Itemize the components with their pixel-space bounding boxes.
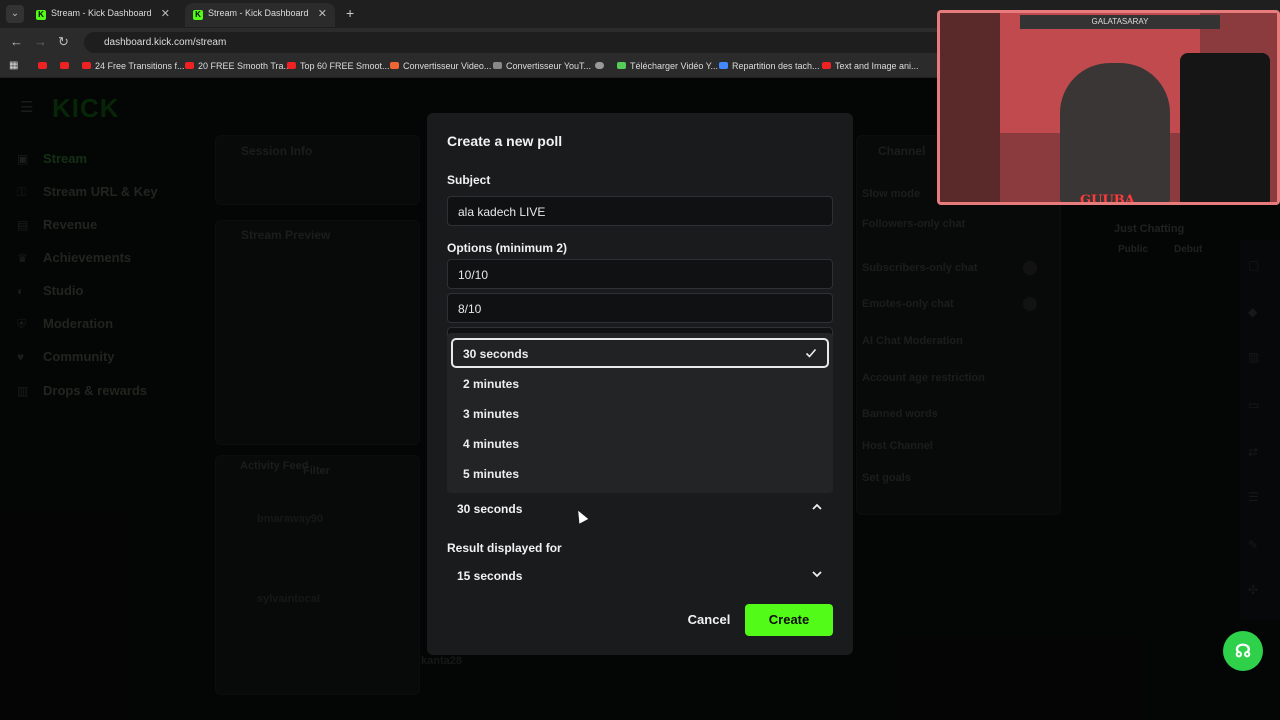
bookmark-youtube-2[interactable] (60, 61, 73, 71)
option-value: 10/10 (458, 268, 489, 282)
back-icon[interactable]: ← (10, 34, 23, 49)
option-input-1[interactable]: 10/10 (447, 259, 833, 289)
option-input-2[interactable]: 8/10 (447, 293, 833, 323)
chevron-up-icon (812, 503, 822, 510)
converter-icon (493, 62, 502, 69)
duration-option[interactable]: 5 minutes (451, 458, 829, 488)
bookmark-label: Convertisseur YouT... (506, 61, 592, 71)
docs-icon (719, 62, 728, 69)
webcam-poster (940, 13, 1000, 202)
duration-option[interactable]: 2 minutes (451, 368, 829, 398)
forward-icon[interactable]: → (34, 34, 47, 49)
options-label: Options (minimum 2) (447, 241, 567, 255)
tab-search-button[interactable]: ⌄ (6, 5, 24, 23)
create-button[interactable]: Create (745, 604, 833, 636)
bookmark-item[interactable]: Text and Image ani... (822, 61, 919, 71)
browser-tab-2[interactable]: K Stream - Kick Dashboard ✕ (185, 3, 335, 27)
result-duration-value: 15 seconds (457, 569, 523, 583)
duration-option-label: 5 minutes (463, 467, 520, 481)
duration-select[interactable]: 30 seconds (447, 494, 833, 524)
bookmark-item[interactable]: Convertisseur Video... (390, 61, 491, 71)
browser-tab-title: Stream - Kick Dashboard (51, 8, 152, 18)
bookmark-label: Télécharger Vidéo Y... (630, 61, 719, 71)
bookmark-item[interactable]: 24 Free Transitions f... (82, 61, 185, 71)
browser-tab-1[interactable]: K Stream - Kick Dashboard ✕ (28, 3, 178, 27)
youtube-icon (38, 62, 47, 69)
modal-title: Create a new poll (447, 133, 563, 149)
youtube-icon (185, 62, 194, 69)
reload-icon[interactable]: ↻ (58, 34, 69, 50)
bookmark-youtube-1[interactable] (38, 61, 51, 71)
bookmark-label: Top 60 FREE Smoot... (300, 61, 390, 71)
subject-label: Subject (447, 173, 491, 187)
youtube-icon (60, 62, 69, 69)
bookmark-globe[interactable] (595, 61, 608, 71)
duration-option[interactable]: 4 minutes (451, 428, 829, 458)
webcam-streamer (1060, 63, 1170, 202)
youtube-icon (287, 62, 296, 69)
bookmark-label: 24 Free Transitions f... (95, 61, 185, 71)
webcam-name-label: GUUBA (1080, 193, 1135, 205)
globe-icon (595, 62, 604, 69)
youtube-icon (82, 62, 91, 69)
bookmark-item[interactable]: Convertisseur YouT... (493, 61, 591, 71)
cancel-button[interactable]: Cancel (682, 605, 736, 635)
option-value: 8/10 (458, 302, 482, 316)
kick-favicon-icon: K (36, 10, 46, 20)
bookmark-item[interactable]: Top 60 FREE Smoot... (287, 61, 390, 71)
kick-favicon-icon: K (193, 10, 203, 20)
duration-value: 30 seconds (457, 502, 523, 516)
bookmark-item[interactable]: Repartition des tach... (719, 61, 820, 71)
download-icon (617, 62, 626, 69)
close-tab-icon[interactable]: ✕ (161, 7, 170, 20)
bookmark-item[interactable]: Télécharger Vidéo Y... (617, 61, 718, 71)
duration-option-label: 4 minutes (463, 437, 520, 451)
url-text: dashboard.kick.com/stream (104, 37, 227, 48)
bookmark-label: Text and Image ani... (835, 61, 919, 71)
converter-icon (390, 62, 399, 69)
duration-option-selected[interactable]: 30 seconds (451, 338, 829, 368)
youtube-icon (822, 62, 831, 69)
result-duration-select[interactable]: 15 seconds (447, 561, 833, 591)
webcam-chair (1180, 53, 1270, 202)
bookmark-label: Repartition des tach... (732, 61, 820, 71)
bookmark-label: 20 FREE Smooth Tra... (198, 61, 292, 71)
bookmark-item[interactable]: 20 FREE Smooth Tra... (185, 61, 291, 71)
webcam-overlay: GALATASARAY GUUBA (937, 10, 1280, 205)
chevron-down-icon (812, 571, 822, 578)
webcam-scarf: GALATASARAY (1020, 15, 1220, 29)
new-tab-icon[interactable]: + (346, 5, 354, 21)
browser-tab-title: Stream - Kick Dashboard (208, 8, 309, 18)
duration-dropdown-menu: 30 seconds 2 minutes 3 minutes 4 minutes… (447, 333, 833, 493)
subject-value: ala kadech LIVE (458, 205, 546, 219)
close-tab-icon[interactable]: ✕ (318, 7, 327, 20)
duration-option-label: 30 seconds (463, 347, 529, 361)
result-displayed-label: Result displayed for (447, 541, 562, 555)
bookmark-label: Convertisseur Video... (403, 61, 492, 71)
apps-grid-icon[interactable]: ▦ (9, 60, 18, 71)
checkmark-icon (805, 348, 817, 358)
support-headset-icon[interactable]: ☊ (1223, 631, 1263, 671)
duration-option-label: 2 minutes (463, 377, 520, 391)
url-input[interactable]: dashboard.kick.com/stream (84, 32, 964, 53)
duration-option-label: 3 minutes (463, 407, 520, 421)
subject-input[interactable]: ala kadech LIVE (447, 196, 833, 226)
duration-option[interactable]: 3 minutes (451, 398, 829, 428)
